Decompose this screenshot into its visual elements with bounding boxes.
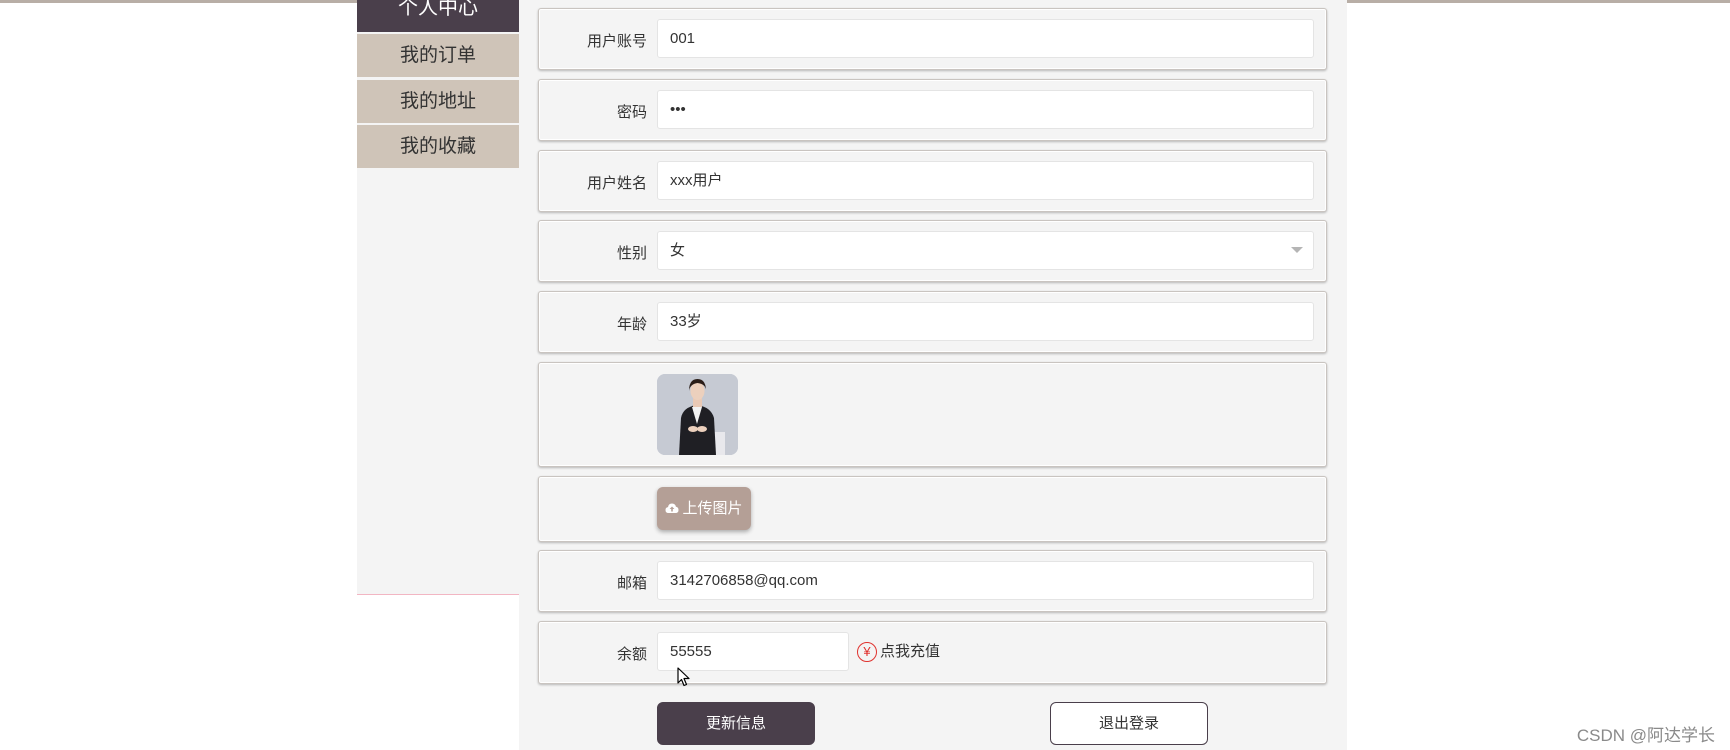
- sidebar-header[interactable]: 个人中心: [357, 0, 519, 32]
- avatar: [657, 374, 738, 455]
- watermark: CSDN @阿达学长: [1576, 726, 1715, 745]
- balance-label: 余额: [616, 646, 647, 663]
- sidebar-header-label: 个人中心: [398, 0, 478, 19]
- gender-select-value: 女: [670, 242, 686, 259]
- upload-image-label: 上传图片: [682, 500, 743, 517]
- form-row-avatar: [538, 362, 1327, 467]
- sidebar: 个人中心 我的订单 我的地址 我的收藏: [357, 0, 519, 595]
- caret-down-icon: [1291, 247, 1303, 253]
- balance-input[interactable]: 55555: [657, 632, 849, 671]
- account-label: 用户账号: [586, 33, 647, 50]
- avatar-portrait: [657, 374, 738, 455]
- profile-form: 用户账号 001 密码 ••• 用户姓名 xxx用户 性别 女 年龄 33岁 上…: [519, 0, 1347, 750]
- form-row-age: 年龄 33岁: [538, 291, 1327, 353]
- form-row-email: 邮箱 3142706858@qq.com: [538, 550, 1327, 612]
- form-row-upload: 上传图片: [538, 476, 1327, 542]
- cloud-upload-icon: [665, 503, 679, 514]
- email-label: 邮箱: [616, 575, 647, 592]
- name-input[interactable]: xxx用户: [657, 161, 1314, 200]
- sidebar-item-favorites[interactable]: 我的收藏: [357, 125, 519, 168]
- upload-image-button[interactable]: 上传图片: [657, 487, 751, 530]
- email-input[interactable]: 3142706858@qq.com: [657, 561, 1314, 600]
- gender-label: 性别: [616, 245, 647, 262]
- update-info-button[interactable]: 更新信息: [657, 702, 815, 745]
- gender-select[interactable]: 女: [657, 231, 1314, 270]
- sidebar-item-addresses[interactable]: 我的地址: [357, 80, 519, 123]
- password-label: 密码: [616, 104, 647, 121]
- sidebar-item-orders[interactable]: 我的订单: [357, 34, 519, 77]
- age-label: 年龄: [616, 316, 647, 333]
- form-row-name: 用户姓名 xxx用户: [538, 150, 1327, 212]
- account-input[interactable]: 001: [657, 19, 1314, 58]
- recharge-link[interactable]: ¥ 点我充值: [857, 640, 941, 663]
- logout-button[interactable]: 退出登录: [1050, 702, 1208, 745]
- form-row-balance: 余额 55555 ¥ 点我充值: [538, 621, 1327, 684]
- form-row-password: 密码 •••: [538, 79, 1327, 141]
- recharge-label: 点我充值: [880, 643, 941, 660]
- form-row-gender: 性别 女: [538, 220, 1327, 282]
- form-row-account: 用户账号 001: [538, 8, 1327, 70]
- mouse-cursor-icon: [677, 667, 690, 687]
- password-input[interactable]: •••: [657, 90, 1314, 129]
- age-input[interactable]: 33岁: [657, 302, 1314, 341]
- yen-circle-icon: ¥: [857, 642, 877, 663]
- name-label: 用户姓名: [586, 175, 647, 192]
